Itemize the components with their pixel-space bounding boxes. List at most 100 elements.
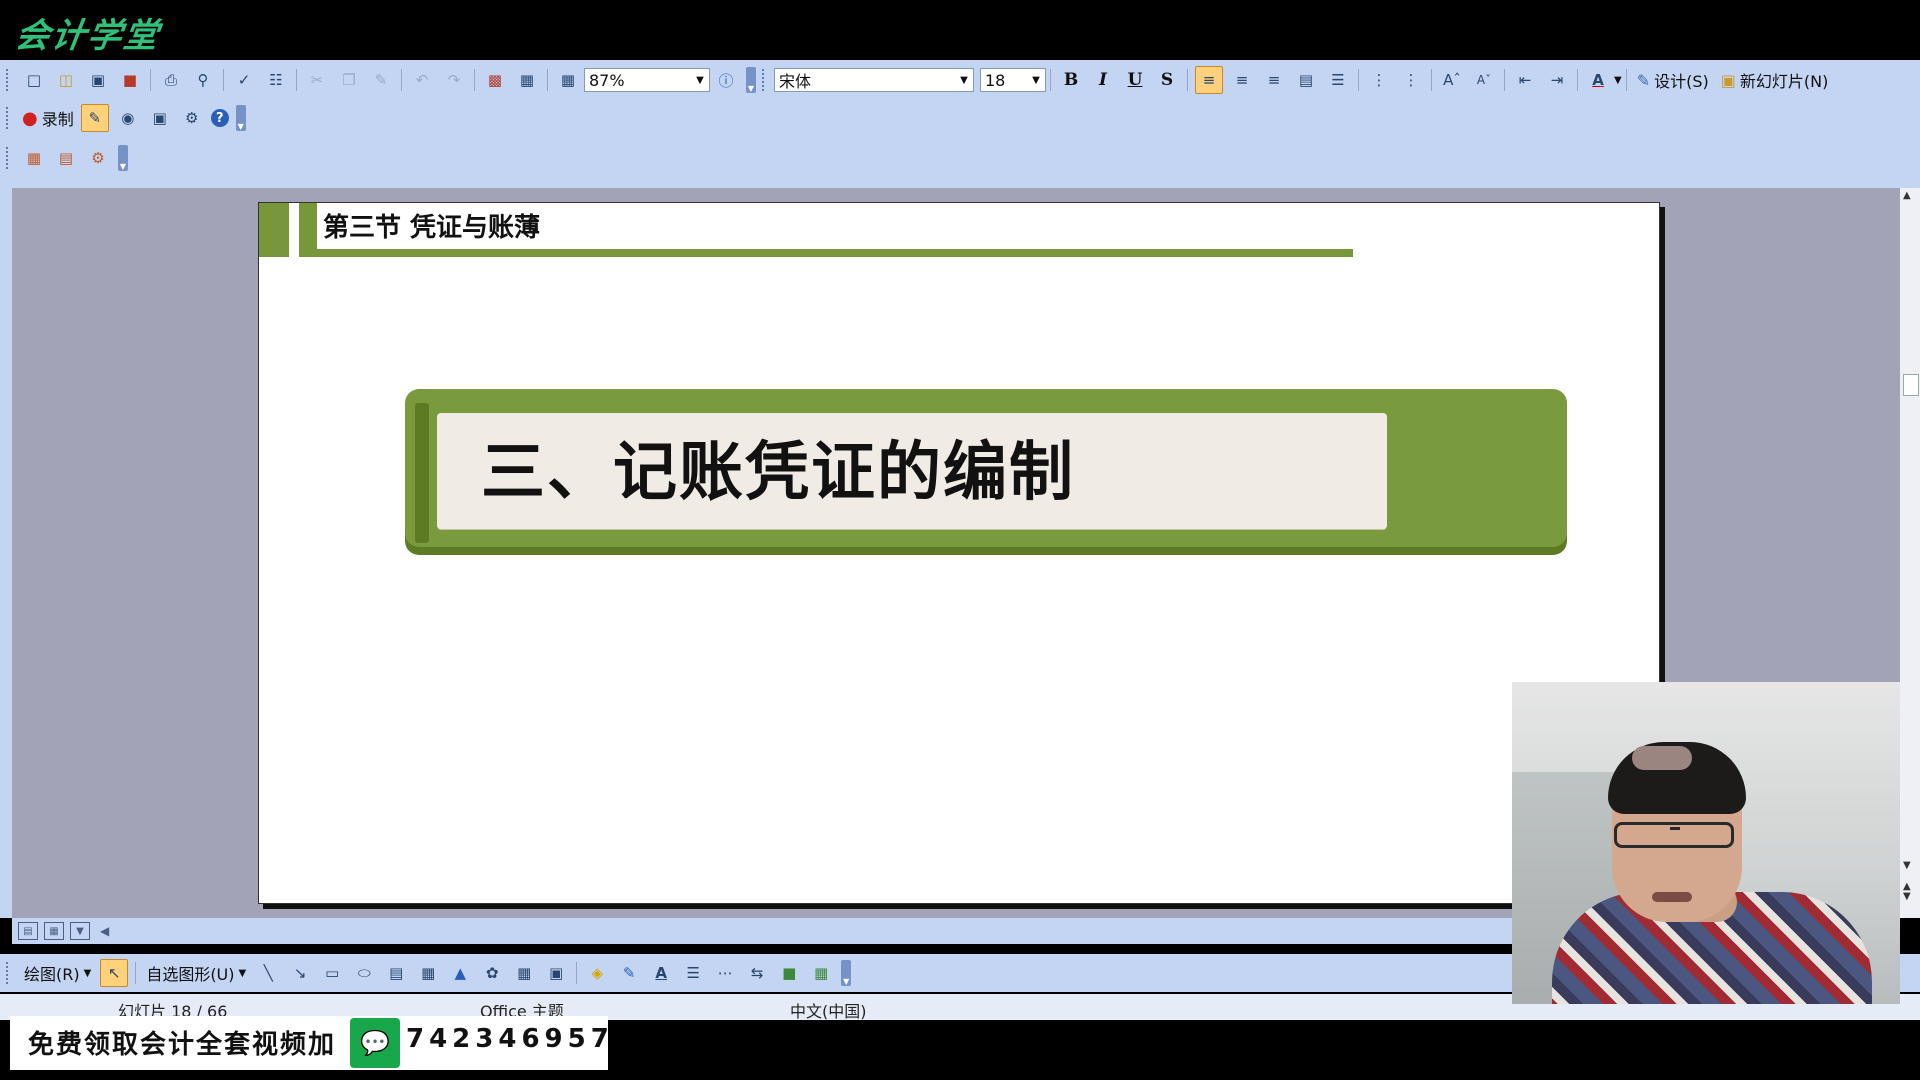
line-style-icon[interactable]: ☰ bbox=[680, 960, 706, 986]
slide-layout-icon[interactable]: ▦ bbox=[21, 145, 47, 171]
rectangle-icon[interactable]: ▭ bbox=[319, 960, 345, 986]
record-button[interactable]: ● 录制 bbox=[18, 105, 78, 131]
print-preview-icon[interactable]: ⚲ bbox=[190, 67, 216, 93]
justify-icon[interactable]: ▤ bbox=[1293, 67, 1319, 93]
toolbar-options-icon[interactable]: ▼ bbox=[118, 145, 128, 171]
format-painter-icon[interactable]: ✎ bbox=[368, 67, 394, 93]
decrease-font-icon[interactable]: Aˇ bbox=[1471, 67, 1497, 93]
line-icon[interactable]: ╲ bbox=[255, 960, 281, 986]
font-color-icon[interactable]: A bbox=[648, 960, 674, 986]
3d-style-icon[interactable]: ▦ bbox=[808, 960, 834, 986]
toolbar-options-icon[interactable]: ▼ bbox=[746, 67, 756, 93]
banner-left-tab bbox=[415, 403, 429, 543]
page-nav-icon[interactable]: ▲ ▼ bbox=[1903, 882, 1911, 902]
decrease-indent-icon[interactable]: ⇤ bbox=[1512, 67, 1538, 93]
italic-button[interactable]: I bbox=[1090, 67, 1116, 93]
shadow-button[interactable]: S bbox=[1154, 67, 1180, 93]
font-size-select[interactable]: 18 ▼ bbox=[980, 68, 1046, 92]
section-title[interactable]: 第三节 凭证与账薄 bbox=[323, 207, 540, 244]
toolbar-options-icon[interactable]: ▼ bbox=[235, 105, 246, 131]
screen-capture-icon[interactable]: ▣ bbox=[147, 105, 173, 131]
undo-icon[interactable]: ↶ bbox=[409, 67, 435, 93]
picture-icon[interactable]: ▣ bbox=[543, 960, 569, 986]
help-icon[interactable]: ⓘ bbox=[713, 67, 739, 93]
diagram-icon[interactable]: ✿ bbox=[479, 960, 505, 986]
save-icon[interactable]: ▣ bbox=[85, 67, 111, 93]
toolbar-options-icon[interactable]: ▼ bbox=[841, 960, 852, 986]
grid-icon[interactable]: ▦ bbox=[555, 67, 581, 93]
cut-icon[interactable]: ✂ bbox=[304, 67, 330, 93]
toolbar-grip[interactable] bbox=[6, 69, 12, 91]
header-underline bbox=[317, 249, 1353, 257]
slideshow-icon[interactable]: ▼ bbox=[70, 922, 90, 940]
wordart-icon[interactable]: ▲ bbox=[447, 960, 473, 986]
scroll-down-icon[interactable]: ▼ bbox=[1903, 860, 1911, 871]
align-center-icon[interactable]: ≡ bbox=[1229, 67, 1255, 93]
insert-chart-icon[interactable]: ▩ bbox=[482, 67, 508, 93]
chevron-down-icon[interactable]: ▼ bbox=[1614, 75, 1622, 86]
font-color-icon[interactable]: A bbox=[1585, 67, 1611, 93]
open-icon[interactable]: ◫ bbox=[53, 67, 79, 93]
oval-icon[interactable]: ⬭ bbox=[351, 960, 377, 986]
textbox-icon[interactable]: ▤ bbox=[383, 960, 409, 986]
draw-menu[interactable]: 绘图(R) ▼ bbox=[18, 960, 97, 986]
pen-icon[interactable]: ✎ bbox=[80, 104, 109, 132]
new-slide-button[interactable]: ▣ 新幻灯片(N) bbox=[1715, 67, 1835, 93]
chevron-down-icon[interactable]: ▼ bbox=[691, 69, 709, 91]
research-icon[interactable]: ☷ bbox=[263, 67, 289, 93]
slide-sorter-icon[interactable]: ▦ bbox=[44, 922, 64, 940]
new-icon[interactable]: □ bbox=[21, 67, 47, 93]
slide-settings-icon[interactable]: ⚙ bbox=[85, 145, 111, 171]
zoom-select[interactable]: 87% ▼ bbox=[584, 68, 710, 92]
webcam-icon[interactable]: ◉ bbox=[115, 105, 141, 131]
scroll-up-icon[interactable]: ▲ bbox=[1903, 190, 1911, 201]
underline-button[interactable]: U bbox=[1122, 67, 1148, 93]
numbering-icon[interactable]: ⋮ bbox=[1366, 67, 1392, 93]
fill-color-icon[interactable]: ◈ bbox=[584, 960, 610, 986]
toolbar-grip[interactable] bbox=[6, 147, 12, 169]
permission-icon[interactable]: ■ bbox=[117, 67, 143, 93]
workspace-left-edge bbox=[0, 188, 12, 918]
arrow-icon[interactable]: ↘ bbox=[287, 960, 313, 986]
redo-icon[interactable]: ↷ bbox=[441, 67, 467, 93]
shadow-style-icon[interactable]: ■ bbox=[776, 960, 802, 986]
normal-view-icon[interactable]: ▤ bbox=[18, 922, 38, 940]
select-pointer-icon[interactable]: ↖ bbox=[100, 959, 129, 987]
increase-font-icon[interactable]: Aˆ bbox=[1439, 67, 1465, 93]
settings-icon[interactable]: ⚙ bbox=[179, 105, 205, 131]
vertical-textbox-icon[interactable]: ▦ bbox=[415, 960, 441, 986]
bold-button[interactable]: B bbox=[1058, 67, 1084, 93]
spelling-icon[interactable]: ✓ bbox=[231, 67, 257, 93]
insert-table-icon[interactable]: ▦ bbox=[514, 67, 540, 93]
design-button[interactable]: ✎ 设计(S) bbox=[1631, 67, 1715, 93]
clipart-icon[interactable]: ▦ bbox=[511, 960, 537, 986]
presenter-mouth bbox=[1652, 892, 1692, 902]
print-icon[interactable]: ⎙ bbox=[158, 67, 184, 93]
chevron-down-icon[interactable]: ▼ bbox=[955, 69, 973, 91]
columns-icon[interactable]: ☰ bbox=[1325, 67, 1351, 93]
autoshapes-menu[interactable]: 自选图形(U) ▼ bbox=[140, 960, 252, 986]
help-icon[interactable]: ? bbox=[210, 109, 229, 127]
vertical-scrollbar[interactable]: ▲ ▼ ▲ ▼ bbox=[1900, 188, 1920, 918]
promo-banner: 免费领取会计全套视频加 💬 742346957 bbox=[10, 1016, 609, 1070]
top-band: 会计学堂 bbox=[0, 0, 1920, 60]
slide-canvas[interactable]: 第三节 凭证与账薄 三、记账凭证的编制 bbox=[258, 202, 1660, 904]
scroll-thumb[interactable] bbox=[1903, 374, 1919, 396]
copy-icon[interactable]: ❐ bbox=[336, 67, 362, 93]
dash-style-icon[interactable]: ⋯ bbox=[712, 960, 738, 986]
arrow-style-icon[interactable]: ⇆ bbox=[744, 960, 770, 986]
chevron-down-icon[interactable]: ▼ bbox=[1027, 69, 1045, 91]
increase-indent-icon[interactable]: ⇥ bbox=[1544, 67, 1570, 93]
separator bbox=[1577, 69, 1578, 91]
align-right-icon[interactable]: ≡ bbox=[1261, 67, 1287, 93]
line-color-icon[interactable]: ✎ bbox=[616, 960, 642, 986]
scroll-left-icon[interactable]: ◀ bbox=[100, 924, 109, 938]
align-left-icon[interactable]: ≡ bbox=[1195, 66, 1223, 94]
toolbar-grip[interactable] bbox=[762, 69, 768, 91]
slide-design-icon[interactable]: ▤ bbox=[53, 145, 79, 171]
bullets-icon[interactable]: ⋮ bbox=[1398, 67, 1424, 93]
toolbar-grip[interactable] bbox=[6, 107, 12, 129]
banner-title[interactable]: 三、记账凭证的编制 bbox=[481, 421, 1075, 513]
toolbar-grip[interactable] bbox=[6, 962, 12, 984]
font-name-select[interactable]: 宋体 ▼ bbox=[774, 68, 974, 92]
